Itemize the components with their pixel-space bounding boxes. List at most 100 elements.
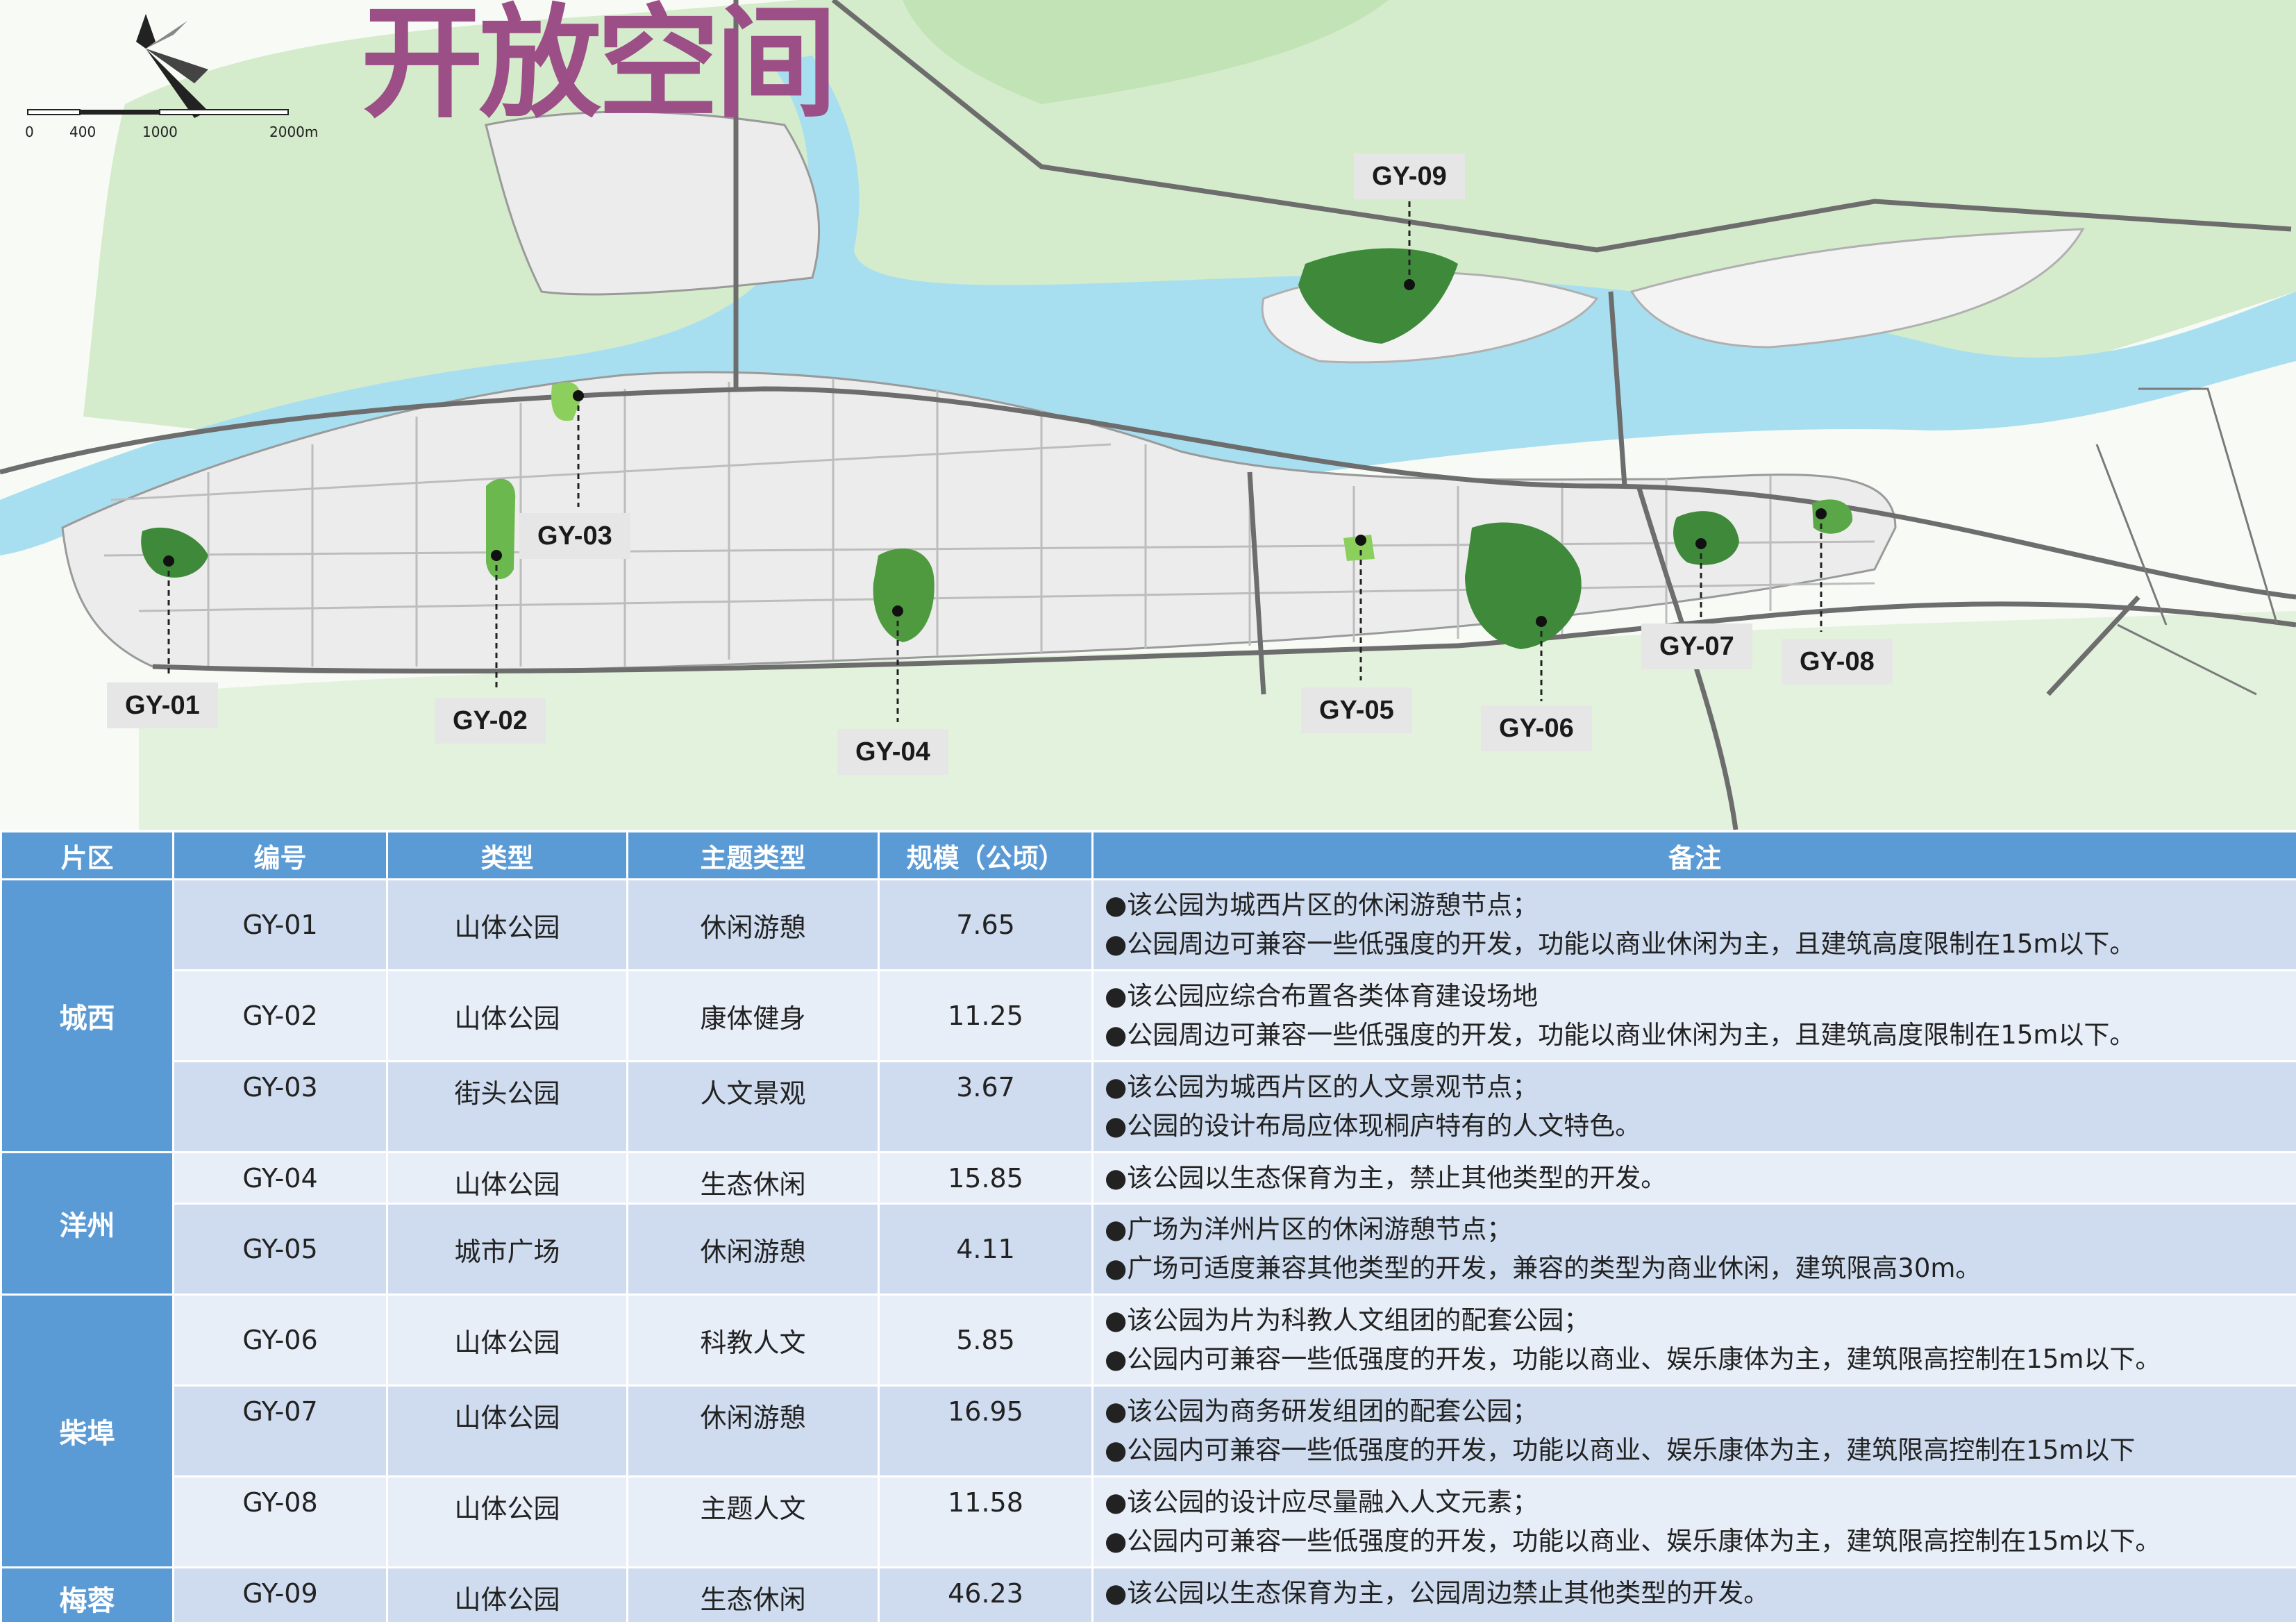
remark-cell: ●广场为洋州片区的休闲游憩节点； ●广场可适度兼容其他类型的开发，兼容的类型为商… bbox=[1091, 1203, 2296, 1296]
type-cell: 山体公园 bbox=[386, 1475, 628, 1568]
code-cell: GY-05 bbox=[172, 1203, 388, 1296]
area-cell: 16.95 bbox=[878, 1384, 1093, 1477]
remark-line: ●该公园为城西片区的休闲游憩节点； bbox=[1105, 890, 1539, 920]
type-cell: 山体公园 bbox=[386, 1294, 628, 1387]
remark-line: ●公园内可兼容一些低强度的开发，功能以商业、娱乐康体为主，建筑限高控制在15m以… bbox=[1105, 1435, 2136, 1465]
map-label-gy-07: GY-07 bbox=[1641, 623, 1752, 669]
header-remarks: 备注 bbox=[1091, 830, 2296, 880]
type-cell: 山体公园 bbox=[386, 1384, 628, 1477]
theme-cell: 生态休闲 bbox=[626, 1151, 880, 1205]
code-cell: GY-06 bbox=[172, 1294, 388, 1387]
remark-line: ●广场可适度兼容其他类型的开发，兼容的类型为商业休闲，建筑限高30m。 bbox=[1105, 1253, 1981, 1283]
table-row: GY-07 山体公园 休闲游憩 16.95 ●该公园为商务研发组团的配套公园； … bbox=[1, 1384, 2296, 1477]
code-cell: GY-08 bbox=[172, 1475, 388, 1568]
remark-cell: ●该公园为片为科教人文组团的配套公园； ●公园内可兼容一些低强度的开发，功能以商… bbox=[1091, 1294, 2296, 1387]
map-label-gy-06: GY-06 bbox=[1481, 705, 1592, 751]
scale-bar bbox=[27, 109, 289, 115]
remark-line: ●该公园以生态保育为主，公园周边禁止其他类型的开发。 bbox=[1105, 1578, 1770, 1608]
code-cell: GY-09 bbox=[172, 1566, 388, 1624]
remark-cell: ●该公园为商务研发组团的配套公园； ●公园内可兼容一些低强度的开发，功能以商业、… bbox=[1091, 1384, 2296, 1477]
map-label-gy-08: GY-08 bbox=[1782, 639, 1893, 685]
table-row: 柴埠 GY-06 山体公园 科教人文 5.85 ●该公园为片为科教人文组团的配套… bbox=[0, 1294, 2296, 1568]
map-label-gy-01: GY-01 bbox=[107, 683, 218, 728]
table-row: GY-02 山体公园 康体健身 11.25 ●该公园应综合布置各类体育建设场地 … bbox=[1, 969, 2296, 1062]
table-row: GY-03 街头公园 人文景观 3.67 ●该公园为城西片区的人文景观节点； ●… bbox=[1, 1060, 2296, 1153]
remark-line: ●公园周边可兼容一些低强度的开发，功能以商业休闲为主，且建筑高度限制在15m以下… bbox=[1105, 1020, 2136, 1050]
remark-cell: ●该公园以生态保育为主，公园周边禁止其他类型的开发。 bbox=[1091, 1566, 2296, 1624]
code-cell: GY-02 bbox=[172, 969, 388, 1062]
header-type: 类型 bbox=[386, 830, 628, 880]
map-label-gy-04: GY-04 bbox=[837, 729, 948, 775]
table-header-row: 片区 编号 类型 主题类型 规模（公顷） 备注 bbox=[0, 830, 2296, 880]
area-cell: 5.85 bbox=[878, 1294, 1093, 1387]
remark-line: ●该公园为片为科教人文组团的配套公园； bbox=[1105, 1305, 1590, 1335]
theme-cell: 休闲游憩 bbox=[626, 1384, 880, 1477]
district-cell: 柴埠 bbox=[0, 1294, 174, 1568]
header-area: 规模（公顷） bbox=[878, 830, 1093, 880]
map-area: 开放空间 0 400 1000 2000m GY-01 GY-02 GY-03 … bbox=[0, 0, 2296, 830]
code-cell: GY-07 bbox=[172, 1384, 388, 1477]
type-cell: 山体公园 bbox=[386, 1151, 628, 1205]
code-cell: GY-03 bbox=[172, 1060, 388, 1153]
scale-label-0: 0 bbox=[25, 124, 34, 140]
theme-cell: 休闲游憩 bbox=[626, 1203, 880, 1296]
type-cell: 山体公园 bbox=[386, 1566, 628, 1624]
remark-line: ●公园周边可兼容一些低强度的开发，功能以商业休闲为主，且建筑高度限制在15m以下… bbox=[1105, 929, 2136, 959]
area-cell: 15.85 bbox=[878, 1151, 1093, 1205]
type-cell: 城市广场 bbox=[386, 1203, 628, 1296]
map-label-gy-03: GY-03 bbox=[519, 513, 630, 559]
header-theme: 主题类型 bbox=[626, 830, 880, 880]
code-cell: GY-01 bbox=[172, 878, 388, 971]
district-cell: 梅蓉 bbox=[0, 1566, 174, 1624]
remark-line: ●该公园为城西片区的人文景观节点； bbox=[1105, 1072, 1539, 1102]
remark-cell: ●该公园为城西片区的休闲游憩节点； ●公园周边可兼容一些低强度的开发，功能以商业… bbox=[1091, 878, 2296, 971]
theme-cell: 主题人文 bbox=[626, 1475, 880, 1568]
remark-line: ●该公园以生态保育为主，禁止其他类型的开发。 bbox=[1105, 1163, 1667, 1193]
code-cell: GY-04 bbox=[172, 1151, 388, 1205]
remark-line: ●公园内可兼容一些低强度的开发，功能以商业、娱乐康体为主，建筑限高控制在15m以… bbox=[1105, 1344, 2161, 1374]
remark-cell: ●该公园的设计应尽量融入人文元素； ●公园内可兼容一些低强度的开发，功能以商业、… bbox=[1091, 1475, 2296, 1568]
remark-cell: ●该公园以生态保育为主，禁止其他类型的开发。 bbox=[1091, 1151, 2296, 1205]
table-row: 梅蓉 GY-09 山体公园 生态休闲 46.23 ●该公园以生态保育为主，公园周… bbox=[0, 1566, 2296, 1624]
table-row: GY-08 山体公园 主题人文 11.58 ●该公园的设计应尽量融入人文元素； … bbox=[1, 1475, 2296, 1568]
district-cell: 洋州 bbox=[0, 1151, 174, 1296]
open-space-table: 片区 编号 类型 主题类型 规模（公顷） 备注 城西 GY-01 山体公园 休闲… bbox=[0, 830, 2296, 1624]
type-cell: 山体公园 bbox=[386, 969, 628, 1062]
remark-line: ●该公园的设计应尽量融入人文元素； bbox=[1105, 1487, 1539, 1517]
type-cell: 山体公园 bbox=[386, 878, 628, 971]
north-town bbox=[485, 110, 821, 296]
map-label-gy-09: GY-09 bbox=[1354, 153, 1465, 199]
remark-cell: ●该公园应综合布置各类体育建设场地 ●公园周边可兼容一些低强度的开发，功能以商业… bbox=[1091, 969, 2296, 1062]
theme-cell: 康体健身 bbox=[626, 969, 880, 1062]
remark-line: ●该公园为商务研发组团的配套公园； bbox=[1105, 1396, 1539, 1426]
remark-line: ●公园的设计布局应体现桐庐特有的人文特色。 bbox=[1105, 1111, 1641, 1141]
district-cell: 城西 bbox=[0, 878, 174, 1153]
header-code: 编号 bbox=[172, 830, 388, 880]
table-row: GY-05 城市广场 休闲游憩 4.11 ●广场为洋州片区的休闲游憩节点； ●广… bbox=[1, 1203, 2296, 1296]
scale-label-400: 400 bbox=[69, 124, 97, 140]
area-cell: 3.67 bbox=[878, 1060, 1093, 1153]
theme-cell: 科教人文 bbox=[626, 1294, 880, 1387]
scale-label-1000: 1000 bbox=[142, 124, 178, 140]
park-gy-02 bbox=[486, 478, 516, 579]
remark-line: ●广场为洋州片区的休闲游憩节点； bbox=[1105, 1214, 1513, 1244]
header-district: 片区 bbox=[0, 830, 174, 880]
scale-label-2000m: 2000m bbox=[269, 124, 319, 140]
remark-line: ●该公园应综合布置各类体育建设场地 bbox=[1105, 981, 1539, 1011]
area-cell: 4.11 bbox=[878, 1203, 1093, 1296]
type-cell: 街头公园 bbox=[386, 1060, 628, 1153]
theme-cell: 人文景观 bbox=[626, 1060, 880, 1153]
remark-line: ●公园内可兼容一些低强度的开发，功能以商业、娱乐康体为主，建筑限高控制在15m以… bbox=[1105, 1526, 2161, 1556]
theme-cell: 生态休闲 bbox=[626, 1566, 880, 1624]
area-cell: 46.23 bbox=[878, 1566, 1093, 1624]
base-map bbox=[0, 0, 2296, 830]
page-title: 开放空间 bbox=[361, 0, 837, 135]
theme-cell: 休闲游憩 bbox=[626, 878, 880, 971]
table-row: 洋州 GY-04 山体公园 生态休闲 15.85 ●该公园以生态保育为主，禁止其… bbox=[0, 1151, 2296, 1296]
table-row: 城西 GY-01 山体公园 休闲游憩 7.65 ●该公园为城西片区的休闲游憩节点… bbox=[0, 878, 2296, 1153]
area-cell: 11.58 bbox=[878, 1475, 1093, 1568]
map-label-gy-05: GY-05 bbox=[1301, 687, 1412, 733]
map-label-gy-02: GY-02 bbox=[435, 698, 546, 744]
area-cell: 7.65 bbox=[878, 878, 1093, 971]
remark-cell: ●该公园为城西片区的人文景观节点； ●公园的设计布局应体现桐庐特有的人文特色。 bbox=[1091, 1060, 2296, 1153]
